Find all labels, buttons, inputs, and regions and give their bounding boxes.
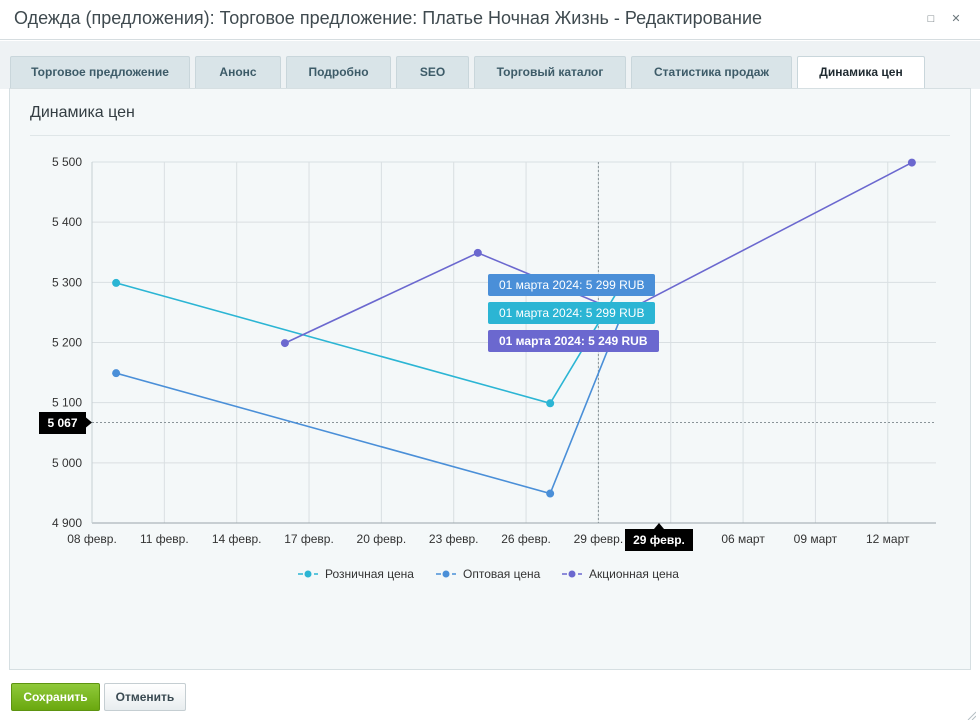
data-point	[112, 369, 121, 378]
y-tick-label: 5 000	[52, 456, 82, 470]
x-tick-label: 08 февр.	[67, 532, 117, 546]
x-tick-label: 20 февр.	[357, 532, 407, 546]
y-tick-label: 5 200	[52, 336, 82, 350]
x-tick-label: 09 март	[794, 532, 838, 546]
legend-marker	[568, 570, 576, 578]
data-point	[546, 489, 555, 498]
cursor-x-badge: 29 февр.	[625, 529, 693, 551]
legend-label-3: Акционная цена	[589, 567, 679, 581]
x-tick-label: 11 февр.	[140, 532, 189, 546]
data-point	[546, 399, 555, 408]
cancel-button[interactable]: Отменить	[104, 683, 186, 711]
legend-label-2: Оптовая цена	[463, 567, 541, 581]
price-tooltip-3: 01 марта 2024: 5 249 RUB	[488, 330, 659, 352]
x-tick-label: 29 февр.	[574, 532, 624, 546]
y-tick-label: 5 500	[52, 155, 82, 169]
x-tick-label: 14 февр.	[212, 532, 262, 546]
x-tick-label: 06 март	[721, 532, 765, 546]
data-point	[280, 339, 289, 348]
cursor-y-pointer	[86, 417, 92, 428]
x-tick-label: 26 февр.	[501, 532, 551, 546]
y-tick-label: 5 400	[52, 215, 82, 229]
save-button[interactable]: Сохранить	[11, 683, 100, 711]
x-tick-label: 17 февр.	[284, 532, 334, 546]
data-point	[907, 158, 916, 167]
y-tick-label: 5 100	[52, 396, 82, 410]
legend-marker	[304, 570, 312, 578]
legend-label-1: Розничная цена	[325, 567, 414, 581]
y-tick-label: 4 900	[52, 516, 82, 530]
x-tick-label: 23 февр.	[429, 532, 479, 546]
price-chart: 4 900 5 000 5 100 5 200 5 300 5 400 5 500 08 фе…	[52, 155, 936, 581]
data-point	[112, 278, 121, 287]
price-tooltip-1: 01 марта 2024: 5 299 RUB	[488, 274, 656, 296]
footer: Сохранить Отменить	[0, 672, 980, 724]
cursor-y-badge: 5 067	[39, 411, 86, 434]
data-point	[473, 248, 482, 257]
y-tick-label: 5 300	[52, 275, 82, 289]
price-tooltip-2: 01 марта 2024: 5 299 RUB	[488, 302, 656, 324]
legend-marker	[442, 570, 450, 578]
resize-grip-icon[interactable]	[966, 710, 976, 720]
x-tick-label: 12 март	[866, 532, 910, 546]
